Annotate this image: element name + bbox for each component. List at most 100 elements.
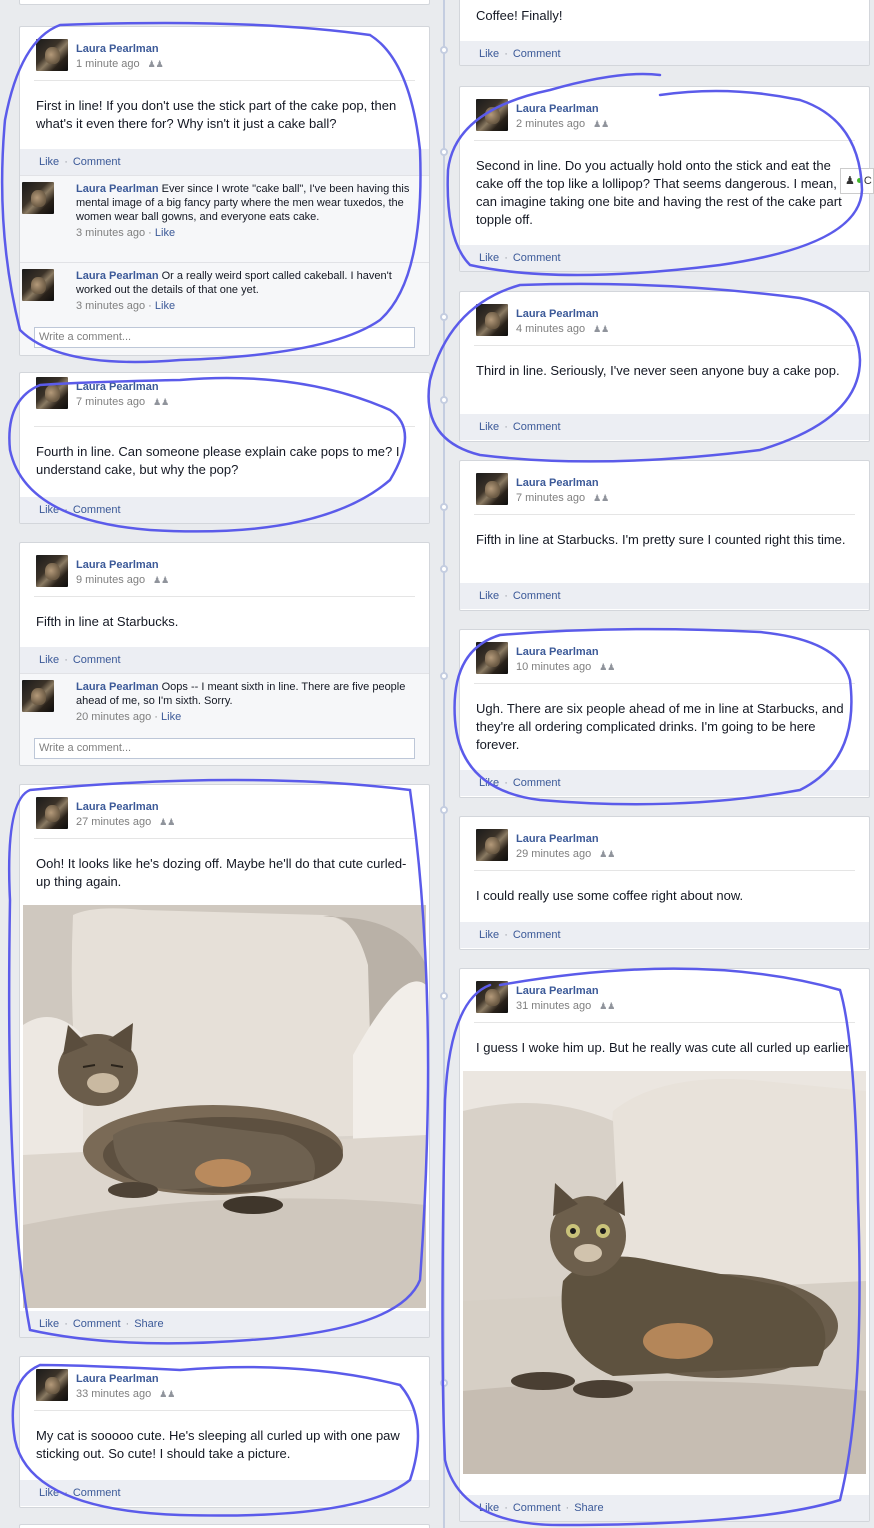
comment-button[interactable]: Comment — [513, 777, 561, 789]
comment-input[interactable]: Write a comment... — [34, 738, 415, 759]
avatar[interactable] — [36, 797, 68, 829]
author-name[interactable]: Laura Pearlman — [516, 308, 599, 320]
friends-icon[interactable]: ♟♟ — [599, 1001, 615, 1012]
comment-text: Laura Pearlman Or a really weird sport c… — [76, 270, 392, 296]
post-photo[interactable] — [23, 905, 426, 1308]
comment-text: Laura Pearlman Oops -- I meant sixth in … — [76, 681, 406, 707]
avatar[interactable] — [476, 99, 508, 131]
post-card: Coffee! Finally! Like · Comment — [459, 0, 870, 66]
friends-icon[interactable]: ♟♟ — [153, 397, 169, 408]
avatar[interactable] — [36, 377, 68, 409]
avatar[interactable] — [476, 304, 508, 336]
author-name[interactable]: Laura Pearlman — [76, 43, 159, 55]
comment-input[interactable]: Write a comment... — [34, 327, 415, 348]
post-time[interactable]: 7 minutes ago ♟♟ — [76, 396, 169, 408]
avatar[interactable] — [22, 680, 54, 712]
friends-icon[interactable]: ♟♟ — [593, 119, 609, 130]
friends-icon[interactable]: ♟♟ — [148, 59, 164, 70]
comment-button[interactable]: Comment — [73, 1318, 121, 1330]
post-time[interactable]: 2 minutes ago ♟♟ — [516, 118, 609, 130]
post-time[interactable]: 10 minutes ago ♟♟ — [516, 661, 615, 673]
comment-time[interactable]: 3 minutes ago — [76, 300, 145, 312]
comment-author[interactable]: Laura Pearlman — [76, 183, 159, 195]
like-button[interactable]: Like — [479, 421, 499, 433]
comment-time[interactable]: 20 minutes ago — [76, 711, 151, 723]
post-text: Coffee! Finally! — [476, 8, 563, 23]
post-actions: Like · Comment · Share — [460, 1495, 869, 1521]
post-header: Laura Pearlman 4 minutes ago ♟♟ — [474, 292, 855, 346]
comment-button[interactable]: Comment — [513, 421, 561, 433]
share-button[interactable]: Share — [134, 1318, 163, 1330]
avatar[interactable] — [476, 981, 508, 1013]
comment-button[interactable]: Comment — [513, 929, 561, 941]
like-button[interactable]: Like — [39, 654, 59, 666]
avatar[interactable] — [476, 473, 508, 505]
post-time[interactable]: 4 minutes ago ♟♟ — [516, 323, 609, 335]
comment-like-button[interactable]: Like — [161, 711, 181, 723]
like-button[interactable]: Like — [479, 590, 499, 602]
like-button[interactable]: Like — [39, 1318, 59, 1330]
comment-time[interactable]: 3 minutes ago — [76, 227, 145, 239]
like-button[interactable]: Like — [479, 777, 499, 789]
like-button[interactable]: Like — [479, 929, 499, 941]
avatar[interactable] — [36, 1369, 68, 1401]
post-time[interactable]: 29 minutes ago ♟♟ — [516, 848, 615, 860]
comment-author[interactable]: Laura Pearlman — [76, 681, 159, 693]
timeline-dot — [440, 565, 448, 573]
share-button[interactable]: Share — [574, 1502, 603, 1514]
comment-like-button[interactable]: Like — [155, 300, 175, 312]
post-card: Laura Pearlman 4 minutes ago ♟♟ Third in … — [459, 291, 870, 442]
author-name[interactable]: Laura Pearlman — [76, 1373, 159, 1385]
post-actions: Like · Comment — [20, 1480, 429, 1506]
like-button[interactable]: Like — [479, 252, 499, 264]
friends-icon[interactable]: ♟♟ — [593, 324, 609, 335]
avatar[interactable] — [36, 39, 68, 71]
like-button[interactable]: Like — [39, 504, 59, 516]
comment-button[interactable]: Comment — [73, 156, 121, 168]
comment-button[interactable]: Comment — [513, 48, 561, 60]
post-time[interactable]: 31 minutes ago ♟♟ — [516, 1000, 615, 1012]
like-button[interactable]: Like — [479, 48, 499, 60]
author-name[interactable]: Laura Pearlman — [516, 103, 599, 115]
chat-tab[interactable]: ♟ C — [840, 168, 874, 194]
avatar[interactable] — [476, 829, 508, 861]
author-name[interactable]: Laura Pearlman — [76, 559, 159, 571]
timeline-dot — [440, 1379, 448, 1387]
comment-button[interactable]: Comment — [73, 1487, 121, 1499]
author-name[interactable]: Laura Pearlman — [516, 477, 599, 489]
author-name[interactable]: Laura Pearlman — [76, 381, 159, 393]
post-text: Second in line. Do you actually hold ont… — [476, 158, 845, 227]
post-time[interactable]: 33 minutes ago ♟♟ — [76, 1388, 175, 1400]
post-time[interactable]: 1 minute ago ♟♟ — [76, 58, 164, 70]
post-photo[interactable] — [463, 1071, 866, 1474]
comment-like-button[interactable]: Like — [155, 227, 175, 239]
post-time[interactable]: 7 minutes ago ♟♟ — [516, 492, 609, 504]
comment-author[interactable]: Laura Pearlman — [76, 270, 159, 282]
post-time[interactable]: 9 minutes ago ♟♟ — [76, 574, 169, 586]
comment-button[interactable]: Comment — [73, 504, 121, 516]
avatar[interactable] — [36, 555, 68, 587]
author-name[interactable]: Laura Pearlman — [516, 646, 599, 658]
avatar[interactable] — [22, 182, 54, 214]
friends-icon[interactable]: ♟♟ — [159, 817, 175, 828]
friends-icon[interactable]: ♟♟ — [153, 575, 169, 586]
comment-button[interactable]: Comment — [513, 1502, 561, 1514]
friends-icon[interactable]: ♟♟ — [159, 1389, 175, 1400]
friends-icon[interactable]: ♟♟ — [599, 662, 615, 673]
like-button[interactable]: Like — [39, 156, 59, 168]
like-button[interactable]: Like — [39, 1487, 59, 1499]
author-name[interactable]: Laura Pearlman — [76, 801, 159, 813]
author-name[interactable]: Laura Pearlman — [516, 833, 599, 845]
avatar[interactable] — [22, 269, 54, 301]
author-name[interactable]: Laura Pearlman — [516, 985, 599, 997]
friends-icon[interactable]: ♟♟ — [593, 493, 609, 504]
comment-button[interactable]: Comment — [513, 252, 561, 264]
avatar[interactable] — [476, 642, 508, 674]
post-time[interactable]: 27 minutes ago ♟♟ — [76, 816, 175, 828]
comment-button[interactable]: Comment — [73, 654, 121, 666]
post-header: Laura Pearlman 31 minutes ago ♟♟ — [474, 969, 855, 1023]
post-card: Laura Pearlman 1 minute ago ♟♟ First in l… — [19, 26, 430, 356]
friends-icon[interactable]: ♟♟ — [599, 849, 615, 860]
comment-button[interactable]: Comment — [513, 590, 561, 602]
like-button[interactable]: Like — [479, 1502, 499, 1514]
